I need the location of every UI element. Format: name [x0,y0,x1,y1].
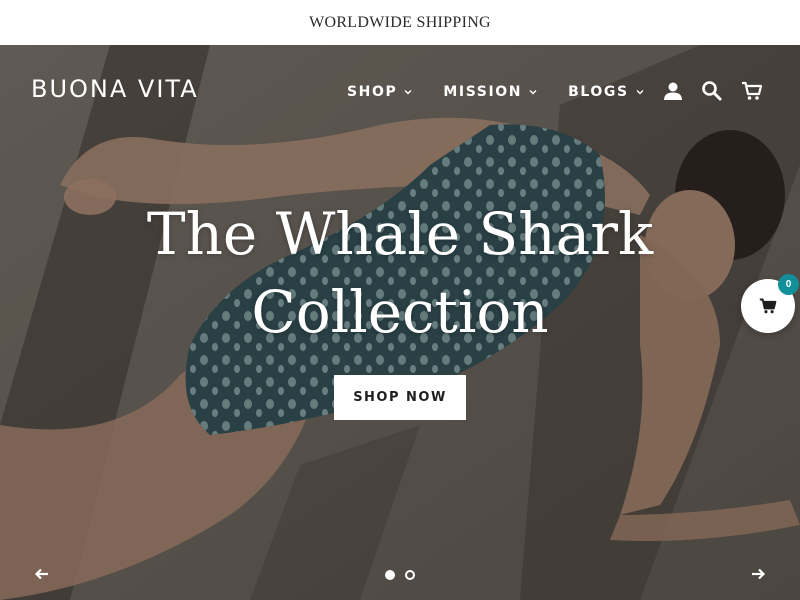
hero-title-line1: The Whale Shark [146,200,654,268]
nav-item-shop[interactable]: SHOP [347,84,413,100]
chevron-down-icon [404,90,412,95]
shop-now-button[interactable]: SHOP NOW [334,375,466,420]
site-header: BUONA VITA SHOP MISSION BLOGS [0,45,800,137]
main-nav: SHOP MISSION BLOGS [347,84,675,100]
announcement-text: WORLDWIDE SHIPPING [309,13,491,31]
hero-title: The Whale Shark Collection [0,195,800,351]
search-icon[interactable] [701,80,723,102]
nav-item-label: SHOP [347,84,398,100]
previous-slide-arrow-icon[interactable] [34,566,50,582]
cart-count-badge: 0 [778,274,799,295]
account-icon[interactable] [662,80,684,102]
nav-item-mission[interactable]: MISSION [443,84,538,100]
chevron-down-icon [636,90,644,95]
hero-title-line2: Collection [251,278,549,346]
next-slide-arrow-icon[interactable] [750,566,766,582]
chevron-down-icon [529,90,537,95]
nav-item-label: MISSION [443,84,523,100]
slide-dot-1[interactable] [385,570,395,580]
cart-icon [759,298,777,314]
brand-logo[interactable]: BUONA VITA [31,75,199,103]
nav-item-blogs[interactable]: BLOGS [568,84,645,100]
announcement-bar: WORLDWIDE SHIPPING [0,0,800,45]
nav-item-label: BLOGS [568,84,629,100]
cart-icon[interactable] [741,80,763,102]
slide-dot-2[interactable] [405,570,415,580]
